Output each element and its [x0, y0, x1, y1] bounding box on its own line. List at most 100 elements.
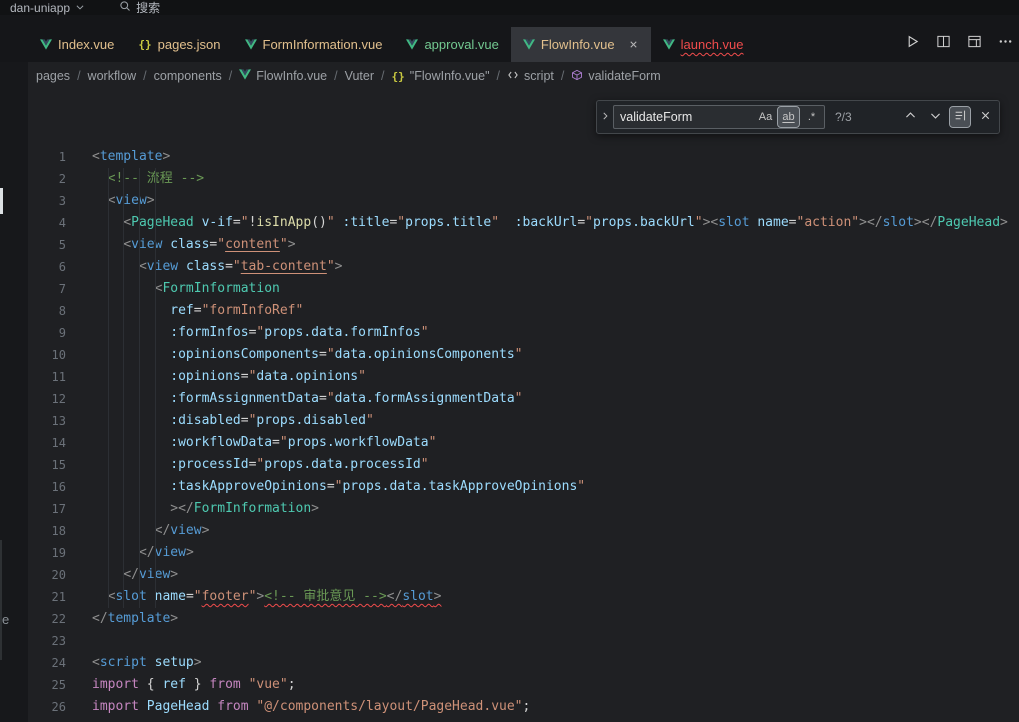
- line-number[interactable]: 25: [28, 674, 66, 696]
- close-find-button[interactable]: [975, 107, 995, 127]
- code-line[interactable]: 22</template>: [28, 608, 1019, 630]
- code-text[interactable]: :formAssignmentData="data.formAssignment…: [66, 388, 523, 410]
- line-number[interactable]: 23: [28, 630, 66, 652]
- line-number[interactable]: 10: [28, 344, 66, 366]
- code-text[interactable]: :disabled="props.disabled": [66, 410, 374, 432]
- code-text[interactable]: [66, 630, 92, 652]
- code-line[interactable]: 6 <view class="tab-content">: [28, 256, 1019, 278]
- line-number[interactable]: 8: [28, 300, 66, 322]
- editor[interactable]: 1<template>2 <!-- 流程 -->3 <view>4 <PageH…: [28, 90, 1019, 722]
- regex-button[interactable]: .*: [801, 107, 822, 127]
- code-text[interactable]: <view class="content">: [66, 234, 296, 256]
- tab-Index.vue[interactable]: Index.vue: [28, 27, 126, 62]
- line-number[interactable]: 19: [28, 542, 66, 564]
- code-line[interactable]: 24<script setup>: [28, 652, 1019, 674]
- code-text[interactable]: :opinions="data.opinions": [66, 366, 366, 388]
- tab-launch.vue[interactable]: launch.vue: [651, 27, 756, 62]
- line-number[interactable]: 15: [28, 454, 66, 476]
- code-text[interactable]: :formInfos="props.data.formInfos": [66, 322, 429, 344]
- code-line[interactable]: 9 :formInfos="props.data.formInfos": [28, 322, 1019, 344]
- more-actions-button[interactable]: [998, 34, 1013, 52]
- line-number[interactable]: 12: [28, 388, 66, 410]
- line-number[interactable]: 26: [28, 696, 66, 718]
- breadcrumb-item-components[interactable]: components: [154, 69, 222, 83]
- code-text[interactable]: <!-- 流程 -->: [66, 168, 204, 190]
- breadcrumb-item-pages[interactable]: pages: [36, 69, 70, 83]
- code-line[interactable]: 1<template>: [28, 146, 1019, 168]
- line-number[interactable]: 2: [28, 168, 66, 190]
- line-number[interactable]: 1: [28, 146, 66, 168]
- line-number[interactable]: 17: [28, 498, 66, 520]
- breadcrumb-item--flowinfo-vue-[interactable]: {}"FlowInfo.vue": [392, 69, 490, 83]
- code-line[interactable]: 26import PageHead from "@/components/lay…: [28, 696, 1019, 718]
- line-number[interactable]: 9: [28, 322, 66, 344]
- breadcrumb-item-flowinfo-vue[interactable]: FlowInfo.vue: [239, 69, 327, 83]
- line-number[interactable]: 14: [28, 432, 66, 454]
- code-line[interactable]: 4 <PageHead v-if="!isInApp()" :title="pr…: [28, 212, 1019, 234]
- code-line[interactable]: 5 <view class="content">: [28, 234, 1019, 256]
- code-line[interactable]: 12 :formAssignmentData="data.formAssignm…: [28, 388, 1019, 410]
- code-text[interactable]: :taskApproveOpinions="props.data.taskApp…: [66, 476, 585, 498]
- code-text[interactable]: <script setup>: [66, 652, 202, 674]
- line-number[interactable]: 4: [28, 212, 66, 234]
- code-line[interactable]: 15 :processId="props.data.processId": [28, 454, 1019, 476]
- tab-pages.json[interactable]: {}pages.json: [126, 27, 232, 62]
- code-line[interactable]: 21 <slot name="footer"><!-- 审批意见 --></sl…: [28, 586, 1019, 608]
- workspace-menu[interactable]: dan-uniapp: [10, 0, 85, 15]
- code-line[interactable]: 14 :workflowData="props.workflowData": [28, 432, 1019, 454]
- code-text[interactable]: ref="formInfoRef": [66, 300, 303, 322]
- code-text[interactable]: :workflowData="props.workflowData": [66, 432, 436, 454]
- customize-layout-button[interactable]: [967, 34, 982, 52]
- tab-approval.vue[interactable]: approval.vue: [394, 27, 510, 62]
- line-number[interactable]: 11: [28, 366, 66, 388]
- code-line[interactable]: 18 </view>: [28, 520, 1019, 542]
- tab-FlowInfo.vue[interactable]: FlowInfo.vue: [511, 27, 651, 62]
- close-icon[interactable]: [628, 39, 639, 50]
- line-number[interactable]: 18: [28, 520, 66, 542]
- code-text[interactable]: <FormInformation: [66, 278, 280, 300]
- line-number[interactable]: 13: [28, 410, 66, 432]
- code-line[interactable]: 11 :opinions="data.opinions": [28, 366, 1019, 388]
- code-line[interactable]: 16 :taskApproveOpinions="props.data.task…: [28, 476, 1019, 498]
- code-text[interactable]: :opinionsComponents="data.opinionsCompon…: [66, 344, 523, 366]
- code-line[interactable]: 3 <view>: [28, 190, 1019, 212]
- code-line[interactable]: 17 ></FormInformation>: [28, 498, 1019, 520]
- split-editor-button[interactable]: [936, 34, 951, 52]
- line-number[interactable]: 21: [28, 586, 66, 608]
- code-text[interactable]: ></FormInformation>: [66, 498, 319, 520]
- code-line[interactable]: 23: [28, 630, 1019, 652]
- code-line[interactable]: 8 ref="formInfoRef": [28, 300, 1019, 322]
- breadcrumb-item-workflow[interactable]: workflow: [88, 69, 137, 83]
- code-line[interactable]: 25import { ref } from "vue";: [28, 674, 1019, 696]
- find-in-selection-button[interactable]: [950, 107, 970, 127]
- find-input[interactable]: [620, 110, 755, 124]
- line-number[interactable]: 6: [28, 256, 66, 278]
- line-number[interactable]: 22: [28, 608, 66, 630]
- toggle-replace-button[interactable]: [597, 101, 613, 133]
- line-number[interactable]: 24: [28, 652, 66, 674]
- title-search[interactable]: 搜索: [119, 0, 160, 15]
- line-number[interactable]: 3: [28, 190, 66, 212]
- code-text[interactable]: :processId="props.data.processId": [66, 454, 429, 476]
- code-text[interactable]: <template>: [66, 146, 170, 168]
- line-number[interactable]: 7: [28, 278, 66, 300]
- code-line[interactable]: 7 <FormInformation: [28, 278, 1019, 300]
- match-case-button[interactable]: Aa: [755, 107, 776, 127]
- breadcrumb-item-validateform[interactable]: validateForm: [571, 69, 660, 84]
- run-button[interactable]: [905, 34, 920, 52]
- code-line[interactable]: 10 :opinionsComponents="data.opinionsCom…: [28, 344, 1019, 366]
- next-match-button[interactable]: [925, 107, 945, 127]
- code-text[interactable]: import { ref } from "vue";: [66, 674, 296, 696]
- code-area[interactable]: 1<template>2 <!-- 流程 -->3 <view>4 <PageH…: [28, 90, 1019, 718]
- breadcrumb-item-script[interactable]: script: [507, 69, 554, 84]
- code-line[interactable]: 13 :disabled="props.disabled": [28, 410, 1019, 432]
- line-number[interactable]: 16: [28, 476, 66, 498]
- code-line[interactable]: 19 </view>: [28, 542, 1019, 564]
- code-text[interactable]: </view>: [66, 542, 194, 564]
- code-line[interactable]: 2 <!-- 流程 -->: [28, 168, 1019, 190]
- code-text[interactable]: <view>: [66, 190, 155, 212]
- code-text[interactable]: </view>: [66, 520, 209, 542]
- line-number[interactable]: 20: [28, 564, 66, 586]
- whole-word-button[interactable]: ab: [778, 107, 799, 127]
- code-text[interactable]: import PageHead from "@/components/layou…: [66, 696, 530, 718]
